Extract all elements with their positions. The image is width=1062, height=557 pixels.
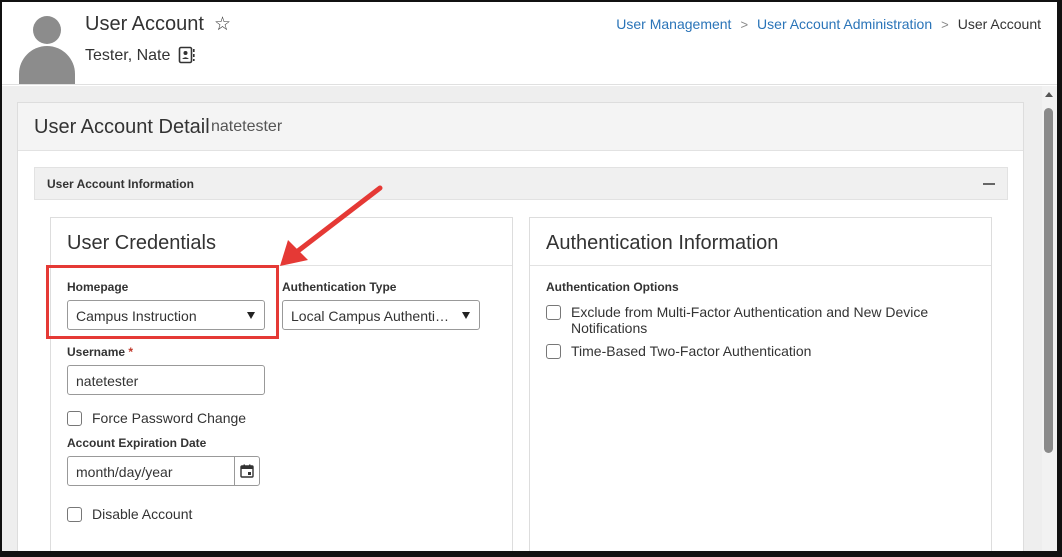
force-password-change-row: Force Password Change — [67, 410, 246, 426]
vertical-scrollbar[interactable] — [1042, 86, 1057, 551]
authentication-type-value: Local Campus Authentication — [291, 308, 471, 324]
expiration-placeholder: month/day/year — [76, 464, 173, 480]
disable-account-checkbox[interactable] — [67, 507, 82, 522]
page-header: User Account ☆ Tester, Nate User Managem… — [2, 2, 1057, 85]
breadcrumb-separator-icon: > — [941, 16, 949, 32]
disable-account-row: Disable Account — [67, 506, 192, 522]
annotation-arrow-icon — [280, 185, 383, 266]
avatar-head — [33, 16, 61, 44]
avatar-body — [19, 46, 75, 84]
detail-header: User Account Detail natetester — [18, 103, 1023, 151]
account-expiration-date-input[interactable]: month/day/year — [67, 456, 260, 486]
totp-row: Time-Based Two-Factor Authentication — [546, 343, 811, 359]
page-title: User Account — [85, 13, 204, 35]
breadcrumb-user-account-administration[interactable]: User Account Administration — [757, 16, 932, 32]
breadcrumb-user-management[interactable]: User Management — [616, 16, 731, 32]
account-expiration-date-label: Account Expiration Date — [67, 436, 207, 450]
scroll-thumb[interactable] — [1044, 108, 1053, 453]
section-title: User Account Information — [47, 177, 194, 191]
id-card-icon[interactable] — [178, 46, 196, 64]
annotation-highlight-box — [46, 265, 279, 339]
disable-account-label: Disable Account — [92, 506, 193, 522]
username-label: Username * — [67, 345, 133, 359]
chevron-down-icon — [462, 312, 470, 319]
section-header-user-account-information[interactable]: User Account Information — [34, 167, 1008, 200]
mfa-exclude-row: Exclude from Multi-Factor Authentication… — [546, 304, 966, 336]
required-asterisk: * — [128, 345, 134, 359]
authentication-type-select[interactable]: Local Campus Authentication — [282, 300, 480, 330]
app-window: User Account ☆ Tester, Nate User Managem… — [0, 0, 1062, 557]
breadcrumb-separator-icon: > — [740, 16, 749, 32]
collapse-icon[interactable] — [983, 183, 995, 185]
username-label-text: Username — [67, 345, 126, 359]
totp-checkbox[interactable] — [546, 344, 561, 359]
breadcrumb-current: User Account — [957, 16, 1041, 32]
scroll-up-icon[interactable] — [1045, 92, 1053, 97]
breadcrumb: User Management > User Account Administr… — [616, 16, 1041, 32]
force-password-change-checkbox[interactable] — [67, 411, 82, 426]
mfa-exclude-checkbox[interactable] — [546, 305, 561, 320]
authentication-options-label: Authentication Options — [546, 280, 679, 294]
mfa-exclude-label: Exclude from Multi-Factor Authentication… — [571, 304, 929, 336]
person-name: Tester, Nate — [85, 47, 171, 64]
detail-title: User Account Detail — [34, 116, 210, 138]
username-input[interactable]: natetester — [67, 365, 265, 395]
detail-username: natetester — [211, 118, 283, 135]
avatar — [18, 14, 76, 84]
force-password-change-label: Force Password Change — [92, 410, 247, 426]
authentication-information-panel: Authentication Information Authenticatio… — [529, 217, 992, 551]
authentication-information-title: Authentication Information — [530, 218, 991, 266]
favorite-star-icon[interactable]: ☆ — [214, 13, 231, 36]
authentication-type-label: Authentication Type — [282, 280, 397, 294]
totp-label: Time-Based Two-Factor Authentication — [571, 343, 812, 359]
calendar-icon[interactable] — [234, 457, 259, 485]
